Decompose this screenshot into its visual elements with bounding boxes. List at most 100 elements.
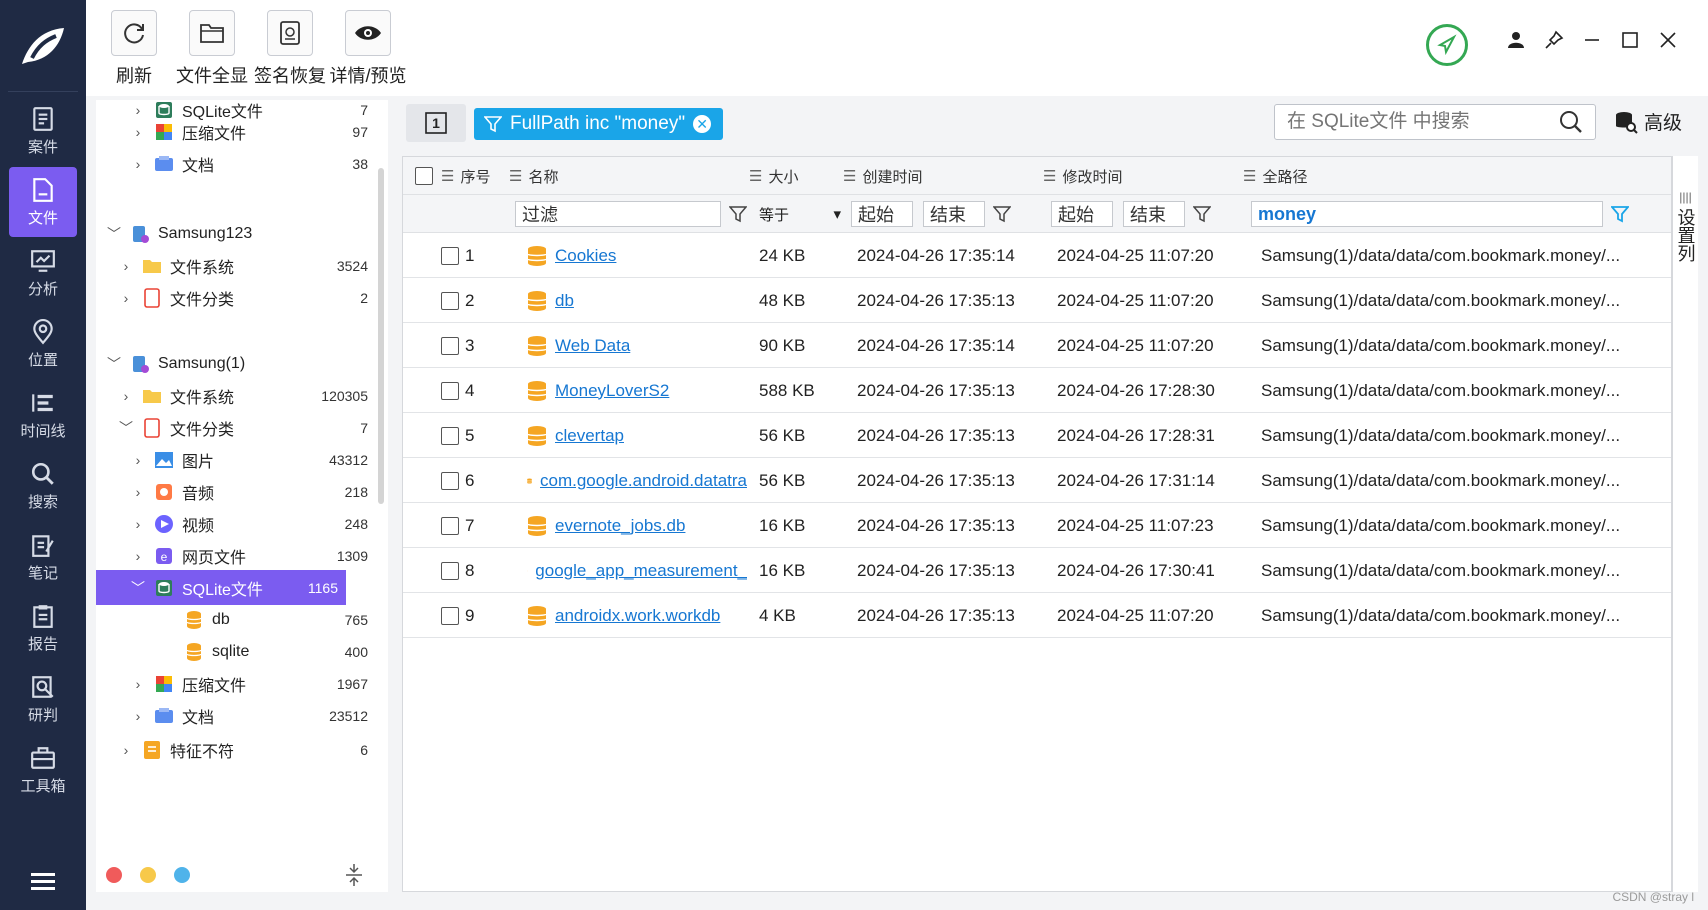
chevron-down-icon[interactable]: ﹀ <box>116 418 136 438</box>
tree-item[interactable]: › 图片 43312 <box>96 442 376 477</box>
show-all-button[interactable]: 文件全显 <box>172 10 252 88</box>
table-row[interactable]: 5 clevertap 56 KB 2024-04-26 17:35:13 2024-0… <box>403 413 1671 458</box>
filter-chip[interactable]: FullPath inc "money" ✕ <box>474 108 724 140</box>
chevron-right-icon[interactable]: › <box>116 290 136 306</box>
row-checkbox[interactable] <box>441 516 459 535</box>
table-row[interactable]: 6 com.google.android.datatra 56 KB 2024-04-… <box>403 458 1671 503</box>
file-name-link[interactable]: google_app_measurement_ <box>535 561 747 581</box>
modified-end-input[interactable]: 结束 <box>1123 201 1185 227</box>
nav-item-report[interactable]: 报告 <box>9 593 77 663</box>
chevron-right-icon[interactable]: › <box>128 452 148 468</box>
tree-item[interactable]: sqlite 400 <box>96 634 376 669</box>
nav-item-case[interactable]: 案件 <box>9 96 77 166</box>
path-filter-input[interactable]: money <box>1251 201 1603 227</box>
chevron-right-icon[interactable]: › <box>128 484 148 500</box>
table-row[interactable]: 2 db 48 KB 2024-04-26 17:35:13 2024-04-25 11… <box>403 278 1671 323</box>
column-settings-button[interactable]: |||| 设置列 <box>1672 156 1698 892</box>
nav-item-toolbox[interactable]: 工具箱 <box>9 735 77 805</box>
collapse-all-button[interactable] <box>344 862 364 893</box>
col-created[interactable]: ☰ 创建时间 <box>843 157 922 195</box>
chevron-right-icon[interactable]: › <box>128 124 148 140</box>
tree-item[interactable]: › 视频 248 <box>96 506 376 541</box>
tree-item[interactable]: ﹀ Samsung(1) <box>96 346 376 381</box>
tree-item[interactable]: › e 网页文件 1309 <box>96 538 376 573</box>
table-row[interactable]: 1 Cookies 24 KB 2024-04-26 17:35:14 2024-04-… <box>403 233 1671 278</box>
row-checkbox[interactable] <box>441 381 459 400</box>
row-checkbox[interactable] <box>441 606 459 625</box>
tree-item[interactable]: › 音频 218 <box>96 474 376 509</box>
maximize-button[interactable] <box>1620 30 1640 50</box>
search-input[interactable] <box>1287 111 1559 133</box>
col-size[interactable]: ☰ 大小 <box>749 157 798 195</box>
name-filter-input[interactable]: 过滤 <box>515 201 721 227</box>
chip-close-icon[interactable]: ✕ <box>693 115 712 133</box>
row-checkbox[interactable] <box>441 291 459 310</box>
table-row[interactable]: 7 evernote_jobs.db 16 KB 2024-04-26 17:35:1… <box>403 503 1671 548</box>
row-checkbox[interactable] <box>441 246 459 265</box>
close-button[interactable] <box>1658 30 1678 50</box>
filter-icon[interactable] <box>993 205 1011 223</box>
row-checkbox[interactable] <box>441 561 459 580</box>
file-name-link[interactable]: Cookies <box>555 246 616 266</box>
tree-item[interactable]: ﹀ Samsung123 <box>96 216 376 251</box>
file-name-link[interactable]: clevertap <box>555 426 624 446</box>
tree-item[interactable]: › 文档 38 <box>96 146 376 181</box>
modified-start-input[interactable]: 起始 <box>1051 201 1113 227</box>
file-name-link[interactable]: evernote_jobs.db <box>555 516 685 536</box>
chevron-down-icon[interactable]: ﹀ <box>104 354 124 374</box>
tree-item[interactable]: db 765 <box>96 602 376 637</box>
chevron-down-icon[interactable]: ﹀ <box>104 224 124 244</box>
tree-item[interactable]: › 文件系统 120305 <box>96 378 376 413</box>
file-name-link[interactable]: com.google.android.datatra <box>540 471 747 491</box>
file-name-link[interactable]: Web Data <box>555 336 630 356</box>
menu-button[interactable] <box>0 871 86 896</box>
minimize-button[interactable] <box>1582 30 1602 50</box>
nav-item-timeline[interactable]: 时间线 <box>9 380 77 450</box>
detail-preview-button[interactable]: 详情/预览 <box>328 10 408 88</box>
sig-restore-button[interactable]: 签名恢复 <box>250 10 330 88</box>
tree-item[interactable]: › 文件分类 2 <box>96 280 376 315</box>
red-dot[interactable] <box>106 867 122 883</box>
nav-item-location[interactable]: 位置 <box>9 309 77 379</box>
pin-button[interactable] <box>1544 30 1564 50</box>
status-badge[interactable] <box>1426 24 1468 66</box>
size-operator-select[interactable]: 等于 ▾ <box>759 195 841 233</box>
created-end-input[interactable]: 结束 <box>923 201 985 227</box>
chevron-right-icon[interactable]: › <box>116 388 136 404</box>
search-icon[interactable] <box>1559 110 1583 134</box>
chevron-right-icon[interactable]: › <box>128 156 148 172</box>
user-button[interactable] <box>1506 30 1526 50</box>
created-start-input[interactable]: 起始 <box>851 201 913 227</box>
chevron-right-icon[interactable]: › <box>128 548 148 564</box>
tree-item[interactable]: › 文件系统 3524 <box>96 248 376 283</box>
file-name-link[interactable]: MoneyLoverS2 <box>555 381 669 401</box>
chevron-right-icon[interactable]: › <box>128 676 148 692</box>
search-box[interactable] <box>1274 104 1596 140</box>
tree-item[interactable]: ﹀ 文件分类 7 <box>96 410 376 445</box>
file-name-link[interactable]: db <box>555 291 574 311</box>
row-checkbox[interactable] <box>441 471 459 490</box>
nav-item-search[interactable]: 搜索 <box>9 451 77 521</box>
tree-item[interactable]: › 压缩文件 1967 <box>96 666 376 701</box>
tree-item[interactable]: ﹀ SQLite文件 1165 <box>96 570 346 605</box>
chevron-down-icon[interactable]: ﹀ <box>128 578 148 598</box>
tree-item[interactable]: › 文档 23512 <box>96 698 376 733</box>
file-name-link[interactable]: androidx.work.workdb <box>555 606 720 626</box>
blue-dot[interactable] <box>174 867 190 883</box>
table-row[interactable]: 8 google_app_measurement_ 16 KB 2024-04-26 … <box>403 548 1671 593</box>
filter-icon[interactable] <box>1193 205 1211 223</box>
filter-icon[interactable] <box>729 205 747 223</box>
chevron-right-icon[interactable]: › <box>116 258 136 274</box>
table-row[interactable]: 4 MoneyLoverS2 588 KB 2024-04-26 17:35:13 20… <box>403 368 1671 413</box>
col-path[interactable]: ☰ 全路径 <box>1243 157 1307 195</box>
tree-item[interactable]: › 压缩文件 97 <box>96 114 376 149</box>
nav-item-analysis[interactable]: 分析 <box>9 238 77 308</box>
select-all-checkbox[interactable] <box>415 157 433 195</box>
filter-active-icon[interactable] <box>1611 205 1629 223</box>
tree-scrollbar[interactable] <box>378 168 384 504</box>
nav-item-file[interactable]: 文件 <box>9 167 77 237</box>
chevron-right-icon[interactable]: › <box>128 708 148 724</box>
yellow-dot[interactable] <box>140 867 156 883</box>
row-checkbox[interactable] <box>441 336 459 355</box>
advanced-search-button[interactable]: 高级 <box>1614 108 1682 135</box>
